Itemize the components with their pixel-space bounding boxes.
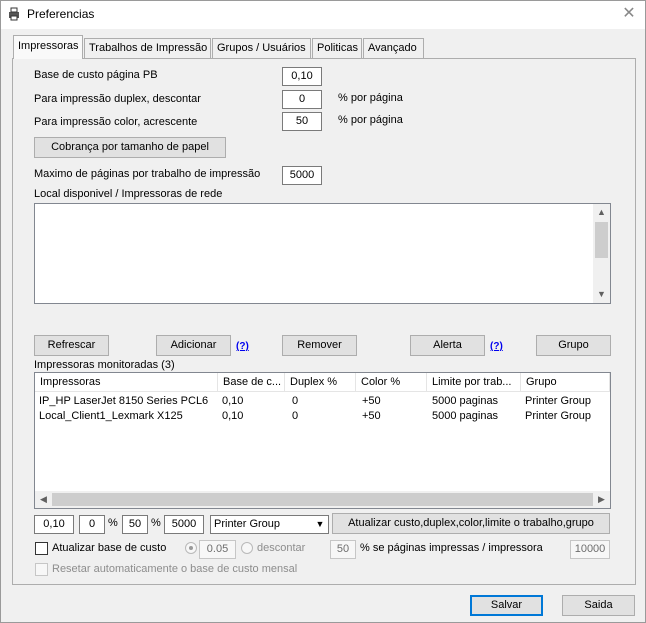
auto-update-label: Atualizar base de custo	[52, 542, 167, 554]
alert-button[interactable]: Alerta	[410, 335, 485, 356]
close-icon[interactable]: ✕	[619, 4, 639, 24]
duplex-unit: % por página	[338, 92, 403, 104]
tab-trabalhos[interactable]: Trabalhos de Impressão	[84, 38, 211, 58]
color-percent-sign: %	[151, 517, 161, 529]
tab-avancado[interactable]: Avançado	[363, 38, 424, 58]
column-header[interactable]: Color %	[356, 373, 427, 392]
threshold-input[interactable]: 10000	[570, 540, 610, 559]
column-header[interactable]: Duplex %	[285, 373, 356, 392]
save-button[interactable]: Salvar	[470, 595, 543, 616]
duplex-cell: 0	[292, 395, 299, 407]
discount-label: descontar	[257, 542, 306, 554]
scroll-right-icon[interactable]: ▶	[593, 491, 610, 508]
color-cell: +50	[362, 395, 381, 407]
max-pages-input[interactable]: 5000	[282, 166, 322, 185]
local-printers-list[interactable]: ▲ ▼	[34, 203, 611, 304]
scroll-down-icon[interactable]: ▼	[593, 286, 610, 303]
column-header[interactable]: Impressoras	[35, 373, 218, 392]
auto-update-checkbox[interactable]	[35, 542, 48, 555]
group-select[interactable]: Printer Group ▼	[210, 515, 329, 534]
rate-input[interactable]: 0.05	[199, 540, 236, 559]
refresh-button[interactable]: Refrescar	[34, 335, 109, 356]
duplex-percent-sign: %	[108, 517, 118, 529]
column-header[interactable]: Limite por trab...	[427, 373, 521, 392]
local-printers-label: Local disponivel / Impressoras de rede	[34, 188, 223, 200]
printer-app-icon	[9, 7, 19, 21]
add-help-link[interactable]: (?)	[236, 341, 249, 352]
printer-name-cell: IP_HP LaserJet 8150 Series PCL6	[39, 395, 209, 407]
color-input[interactable]: 50	[282, 112, 322, 131]
group-cell: Printer Group	[525, 395, 592, 407]
color-label: Para impressão color, acrescente	[34, 116, 198, 128]
monitored-printers-table[interactable]: Impressoras Base de c... Duplex % Color …	[34, 372, 611, 509]
chevron-down-icon[interactable]: ▼	[312, 516, 328, 533]
tab-impressoras[interactable]: Impressoras	[13, 35, 83, 59]
edit-cost-input[interactable]: 0,10	[34, 515, 74, 534]
edit-limit-input[interactable]: 5000	[164, 515, 204, 534]
limit-cell: 5000 paginas	[432, 395, 499, 407]
rate-radio[interactable]	[185, 542, 197, 554]
scroll-thumb[interactable]	[52, 493, 593, 506]
alert-help-link[interactable]: (?)	[490, 341, 503, 352]
max-pages-label: Maximo de páginas por trabalho de impres…	[34, 168, 261, 180]
reset-monthly-checkbox[interactable]	[35, 563, 48, 576]
window-title: Preferencias	[27, 7, 95, 21]
duplex-input[interactable]: 0	[282, 90, 322, 109]
duplex-cell: 0	[292, 410, 299, 422]
tab-grupos-usuarios[interactable]: Grupos / Usuários	[212, 38, 311, 58]
reset-monthly-label: Resetar automaticamente o base de custo …	[52, 563, 298, 575]
preferences-window: Preferencias ✕ Impressoras Trabalhos de …	[0, 0, 646, 623]
tab-politicas[interactable]: Politicas	[312, 38, 362, 58]
color-cell: +50	[362, 410, 381, 422]
pages-percent-input[interactable]: 50	[330, 540, 356, 559]
remove-button[interactable]: Remover	[282, 335, 357, 356]
title-bar: Preferencias ✕	[1, 1, 645, 29]
add-button[interactable]: Adicionar	[156, 335, 231, 356]
base-cost-input[interactable]: 0,10	[282, 67, 322, 86]
base-cost-label: Base de custo página PB	[34, 69, 158, 81]
edit-color-input[interactable]: 50	[122, 515, 148, 534]
column-header[interactable]: Base de c...	[218, 373, 285, 392]
exit-button[interactable]: Saida	[562, 595, 635, 616]
limit-cell: 5000 paginas	[432, 410, 499, 422]
vertical-scrollbar[interactable]: ▲ ▼	[593, 204, 610, 303]
scroll-left-icon[interactable]: ◀	[35, 491, 52, 508]
column-header[interactable]: Grupo	[521, 373, 610, 392]
paper-size-billing-button[interactable]: Cobrança por tamanho de papel	[34, 137, 226, 158]
radio-selected-dot	[189, 546, 193, 550]
base-cost-cell: 0,10	[222, 410, 244, 422]
duplex-label: Para impressão duplex, descontar	[34, 93, 201, 105]
scroll-thumb[interactable]	[595, 222, 608, 258]
discount-radio[interactable]	[241, 542, 253, 554]
group-button[interactable]: Grupo	[536, 335, 611, 356]
monitored-printers-label: Impressoras monitoradas (3)	[34, 359, 175, 371]
horizontal-scrollbar[interactable]: ◀ ▶	[35, 491, 610, 508]
printer-name-cell: Local_Client1_Lexmark X125	[39, 410, 183, 422]
pages-label: % se páginas impressas / impressora	[360, 542, 543, 554]
color-unit: % por página	[338, 114, 403, 126]
edit-duplex-input[interactable]: 0	[79, 515, 105, 534]
update-printer-button[interactable]: Atualizar custo,duplex,color,limite o tr…	[332, 513, 610, 534]
base-cost-cell: 0,10	[222, 395, 244, 407]
group-cell: Printer Group	[525, 410, 592, 422]
scroll-up-icon[interactable]: ▲	[593, 204, 610, 221]
group-select-value: Printer Group	[214, 518, 281, 530]
